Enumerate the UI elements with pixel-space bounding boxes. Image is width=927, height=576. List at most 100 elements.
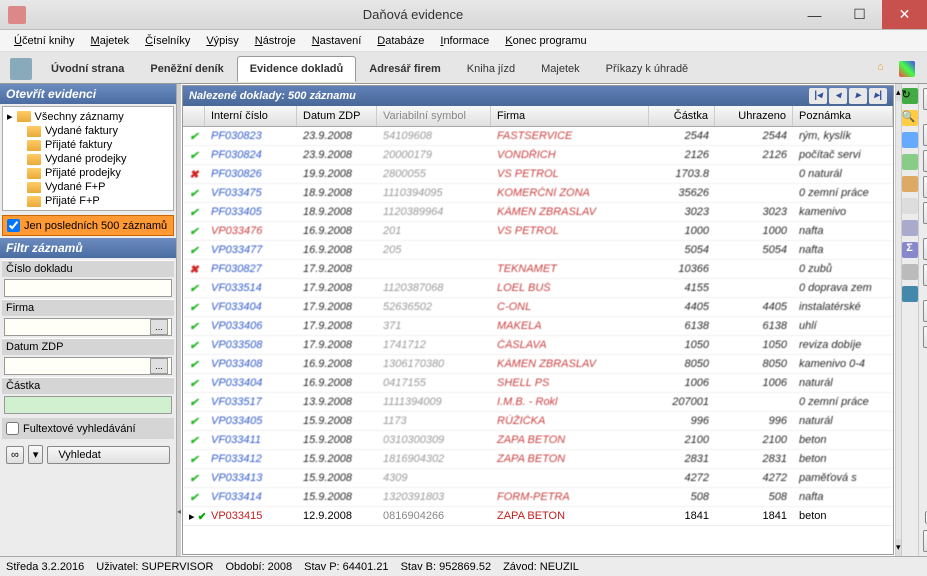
datum-picker-button[interactable]: ...	[150, 358, 168, 374]
firma-picker-button[interactable]: ...	[150, 319, 168, 335]
table-row[interactable]: ✔VF03341115.9.20080310300309ZAPA BETON21…	[183, 431, 893, 450]
save-icon[interactable]	[902, 286, 918, 302]
table-row[interactable]: ▸ ✔VP03341512.9.20080816904266ZAPA BETON…	[183, 507, 893, 526]
table-row[interactable]: ✔VF03341415.9.20081320391803FORM-PETRA50…	[183, 488, 893, 507]
paste-icon[interactable]	[902, 176, 918, 192]
col-poznamka[interactable]: Poznámka	[793, 106, 893, 126]
last-500-row[interactable]: Jen posledních 500 záznamů	[2, 215, 174, 236]
doc-icon[interactable]	[902, 198, 918, 214]
funnel-button[interactable]: ▾	[28, 445, 44, 464]
tree-item[interactable]: Přijaté prodejky	[5, 166, 171, 180]
tree-item[interactable]: Přijaté faktury	[5, 138, 171, 152]
grid-header[interactable]: Interní číslo Datum ZDP Variabilní symbo…	[183, 106, 893, 127]
splitter[interactable]: ◂	[177, 84, 181, 556]
tab-příkazy-k-úhradě[interactable]: Příkazy k úhradě	[593, 56, 702, 82]
col-vs[interactable]: Variabilní symbol	[377, 106, 491, 126]
tab-peněžní-deník[interactable]: Peněžní deník	[137, 56, 236, 82]
edit-button[interactable]: Edit	[923, 150, 927, 172]
fulltext-checkbox[interactable]	[6, 422, 19, 435]
search-icon[interactable]: 🔍	[902, 110, 918, 126]
last-500-checkbox[interactable]	[7, 219, 20, 232]
col-interni[interactable]: Interní číslo	[205, 106, 297, 126]
refresh-icon[interactable]: ↻	[902, 88, 918, 104]
reset-button[interactable]: ∞	[6, 446, 24, 464]
table-row[interactable]: ✔VP03347616.9.2008201VS PETROL10001000na…	[183, 222, 893, 241]
vymazat-button[interactable]: Vymazat	[923, 202, 927, 224]
grid-icon[interactable]	[899, 61, 915, 77]
input-firma[interactable]: ...	[4, 318, 172, 336]
nav-next[interactable]: ▸	[849, 88, 867, 104]
maximize-button[interactable]: ☐	[837, 0, 882, 29]
novy-zapis-button[interactable]: Nový zápis	[923, 124, 927, 146]
menu-výpisy[interactable]: Výpisy	[198, 33, 246, 49]
minimize-button[interactable]: —	[792, 0, 837, 29]
evidence-tree[interactable]: ▸ Všechny záznamy Vydané fakturyPřijaté …	[2, 106, 174, 211]
table-row[interactable]: ✔PF03340518.9.20081120389964KÁMEN ZBRASL…	[183, 203, 893, 222]
table-row[interactable]: ✔VF03340417.9.200852636502C-ONL44054405i…	[183, 298, 893, 317]
search-button[interactable]: Vyhledat	[47, 446, 170, 464]
table-row[interactable]: ✔PF03341215.9.20081816904302ZAPA BETON28…	[183, 450, 893, 469]
input-cislo[interactable]	[4, 279, 172, 297]
tab-adresář-firem[interactable]: Adresář firem	[356, 56, 454, 82]
tisk-button[interactable]: Tisk	[923, 300, 927, 322]
nav-prev[interactable]: ◂	[829, 88, 847, 104]
expand-icon[interactable]: ▸	[7, 110, 13, 123]
input-castka[interactable]	[4, 396, 172, 414]
table-row[interactable]: ✖PF03082717.9.2008TEKNAMET103660 zubů	[183, 260, 893, 279]
grid-body[interactable]: ✔PF03082323.9.200854109608FASTSERVICE254…	[183, 127, 893, 554]
tab-úvodní-strana[interactable]: Úvodní strana	[38, 56, 137, 82]
menu-informace[interactable]: Informace	[432, 33, 497, 49]
hrom-vyber-row[interactable]: Hrom.výběr	[923, 509, 927, 526]
sum-icon[interactable]: Σ	[902, 242, 918, 258]
table-row[interactable]: ✔VP03340416.9.20080417155SHELL PS1006100…	[183, 374, 893, 393]
menu-účetní-knihy[interactable]: Účetní knihy	[6, 33, 83, 49]
nav-last[interactable]: ▸|	[869, 88, 887, 104]
menu-majetek[interactable]: Majetek	[83, 33, 138, 49]
menu-nástroje[interactable]: Nástroje	[247, 33, 304, 49]
tree-root[interactable]: ▸ Všechny záznamy	[5, 109, 171, 124]
tab-majetek[interactable]: Majetek	[528, 56, 593, 82]
menu-nastavení[interactable]: Nastavení	[304, 33, 370, 49]
table-row[interactable]: ✔VP03340515.9.20081173RŮŽIČKA996996natur…	[183, 412, 893, 431]
tree-item[interactable]: Vydané F+P	[5, 180, 171, 194]
table-row[interactable]: ✔PF03082423.9.200820000179VONDŘICH212621…	[183, 146, 893, 165]
rychly-filtr-button[interactable]: Rychlý filtr	[923, 264, 927, 286]
tab-icon[interactable]	[10, 58, 32, 80]
tree-item[interactable]: Přijaté F+P	[5, 194, 171, 208]
table-row[interactable]: ✔VF03351713.9.20081111394009I.M.B. - Rok…	[183, 393, 893, 412]
menu-číselníky[interactable]: Číselníky	[137, 33, 198, 49]
tree-item[interactable]: Vydané faktury	[5, 124, 171, 138]
col-castka[interactable]: Částka	[649, 106, 715, 126]
tab-kniha-jízd[interactable]: Kniha jízd	[454, 56, 528, 82]
nav-first[interactable]: |◂	[809, 88, 827, 104]
table-row[interactable]: ✔VP03347716.9.200820550545054nafta	[183, 241, 893, 260]
table-row[interactable]: ✔PF03082323.9.200854109608FASTSERVICE254…	[183, 127, 893, 146]
report-button[interactable]: Report...	[923, 326, 927, 348]
menu-databáze[interactable]: Databáze	[369, 33, 432, 49]
col-firma[interactable]: Firma	[491, 106, 649, 126]
table-row[interactable]: ✔VF03351417.9.20081120387068LOEL BUŠ4155…	[183, 279, 893, 298]
tree-item[interactable]: Vydané prodejky	[5, 152, 171, 166]
table-row[interactable]: ✔VP03340617.9.2008371MAKELA61386138uhlí	[183, 317, 893, 336]
home-icon[interactable]: ⌂	[877, 61, 893, 77]
tab-evidence-dokladů[interactable]: Evidence dokladů	[237, 56, 357, 82]
table-icon[interactable]	[902, 220, 918, 236]
export-icon[interactable]	[902, 264, 918, 280]
menu-konec-programu[interactable]: Konec programu	[497, 33, 594, 49]
kopie-button[interactable]: Kopie	[923, 176, 927, 198]
col-uhrazeno[interactable]: Uhrazeno	[715, 106, 793, 126]
aktualizovat-button[interactable]: Aktualizovat	[923, 530, 927, 552]
col-datum[interactable]: Datum ZDP	[297, 106, 377, 126]
table-row[interactable]: ✖PF03082619.9.20082800055VS PETROL1703.8…	[183, 165, 893, 184]
globe-icon[interactable]	[902, 132, 918, 148]
table-row[interactable]: ✔VP03340816.9.20081306170380KÁMEN ZBRASL…	[183, 355, 893, 374]
table-row[interactable]: ✔VP03350817.9.20081741712ČÁSLAVA10501050…	[183, 336, 893, 355]
close-button[interactable]: ✕	[882, 0, 927, 29]
akce-button[interactable]: Akce ...	[923, 238, 927, 260]
input-datum[interactable]: ...	[4, 357, 172, 375]
copy-icon[interactable]	[902, 154, 918, 170]
table-row[interactable]: ✔VP03341315.9.2008430942724272paměťová s	[183, 469, 893, 488]
fulltext-row[interactable]: Fultextové vyhledávání	[2, 418, 174, 439]
uctovat-button[interactable]: Účtovat	[923, 88, 927, 110]
table-row[interactable]: ✔VF03347518.9.20081110394095KOMERČNÍ ZÓN…	[183, 184, 893, 203]
